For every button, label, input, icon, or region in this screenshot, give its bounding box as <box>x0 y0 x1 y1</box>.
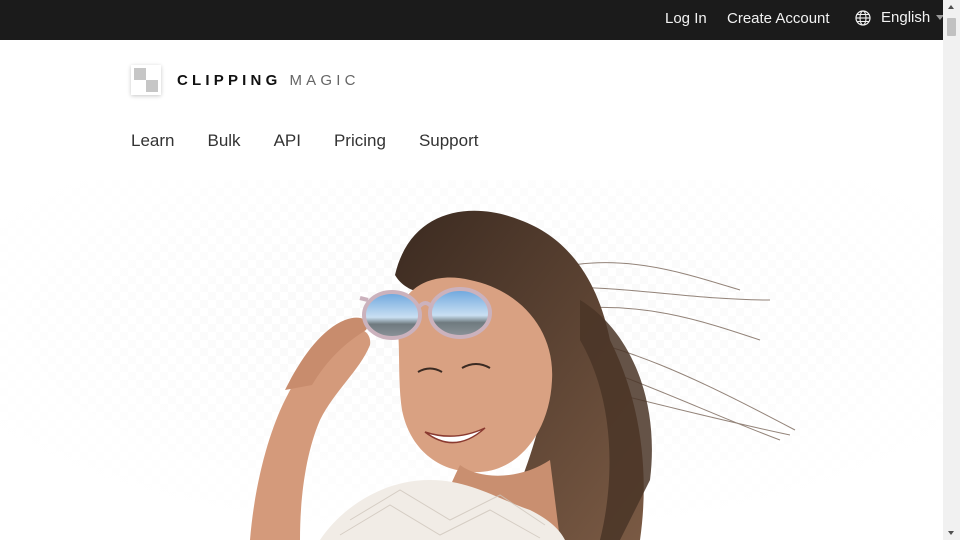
scrollbar-thumb[interactable] <box>947 18 956 36</box>
hero-image <box>0 180 943 540</box>
nav-support[interactable]: Support <box>419 131 479 151</box>
language-selector[interactable]: English <box>855 9 945 26</box>
create-account-link[interactable]: Create Account <box>727 10 830 27</box>
logo-mark-icon[interactable] <box>131 65 161 95</box>
nav-api[interactable]: API <box>274 131 301 151</box>
language-label: English <box>881 9 931 26</box>
logo[interactable]: CLIPPING MAGIC <box>131 65 360 95</box>
logo-text[interactable]: CLIPPING MAGIC <box>177 72 360 89</box>
logo-text-light: MAGIC <box>289 71 360 89</box>
nav-bulk[interactable]: Bulk <box>207 131 240 151</box>
nav-pricing[interactable]: Pricing <box>334 131 386 151</box>
scroll-up-arrow-icon[interactable] <box>948 5 954 9</box>
scrollbar[interactable] <box>943 0 960 540</box>
login-link[interactable]: Log In <box>665 10 707 27</box>
globe-icon <box>855 9 871 26</box>
main-nav: Learn Bulk API Pricing Support <box>131 131 511 151</box>
nav-learn[interactable]: Learn <box>131 131 174 151</box>
top-bar: Log In Create Account English <box>0 0 945 40</box>
logo-text-bold: CLIPPING <box>177 71 282 89</box>
scroll-down-arrow-icon[interactable] <box>948 531 954 535</box>
